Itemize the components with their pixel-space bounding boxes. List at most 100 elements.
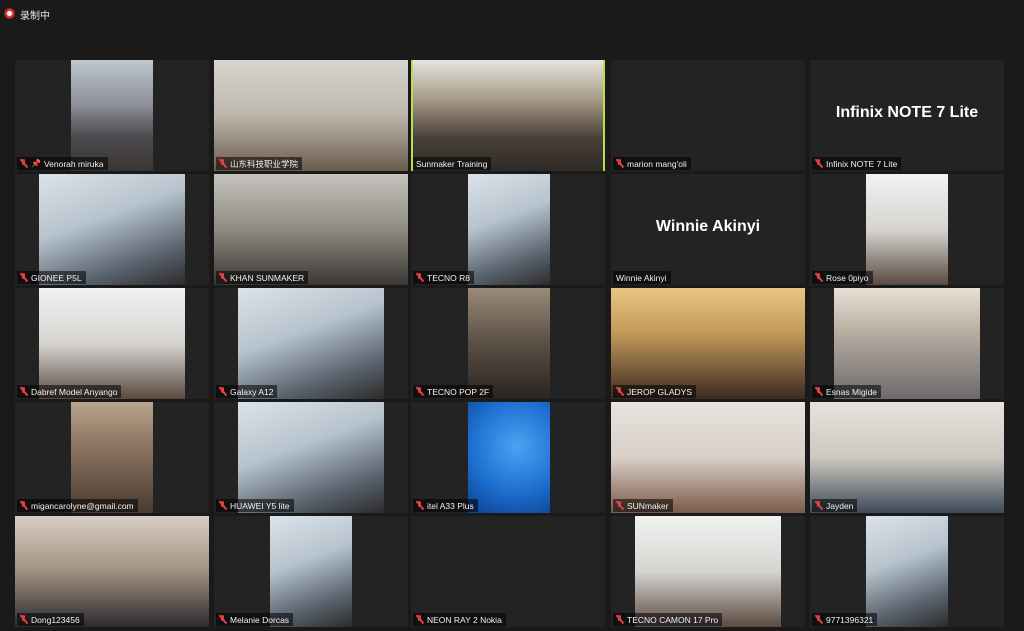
- mic-muted-icon: [616, 387, 624, 396]
- name-plate: Esnas Migide: [812, 385, 882, 398]
- participant-name: HUAWEI Y5 lite: [230, 500, 290, 511]
- participant-tile[interactable]: Winnie Akinyi Winnie Akinyi: [611, 174, 805, 285]
- participant-tile[interactable]: Rose 0piyo: [810, 174, 1004, 285]
- participant-tile[interactable]: 📌 Venorah miruka: [15, 60, 209, 171]
- mic-muted-icon: [815, 615, 823, 624]
- participant-tile[interactable]: NEON RAY 2 Nokia: [411, 516, 605, 627]
- name-plate: marion mang'oli: [613, 157, 691, 170]
- participant-video: [15, 516, 209, 627]
- participant-video: [468, 174, 550, 285]
- participant-tile[interactable]: TECNO POP 2F: [411, 288, 605, 399]
- participant-name: marion mang'oli: [627, 158, 687, 169]
- mic-muted-icon: [219, 615, 227, 624]
- participant-tile[interactable]: GIONEE P5L: [15, 174, 209, 285]
- participant-name: Dabref Model Anyango: [31, 386, 118, 397]
- participant-tile[interactable]: Melanie Dorcas: [214, 516, 408, 627]
- participant-name: NEON RAY 2 Nokia: [427, 614, 502, 625]
- participant-video: [71, 402, 153, 513]
- mic-muted-icon: [20, 501, 28, 510]
- participant-video: [39, 288, 185, 399]
- participant-video: [214, 60, 408, 171]
- participant-tile[interactable]: KHAN SUNMAKER: [214, 174, 408, 285]
- participant-video: [270, 516, 352, 627]
- mic-muted-icon: [416, 273, 424, 282]
- participant-video: [611, 402, 805, 513]
- mic-muted-icon: [815, 273, 823, 282]
- participant-tile[interactable]: Dong123456: [15, 516, 209, 627]
- participant-tile[interactable]: TECNO CAMON 17 Pro: [611, 516, 805, 627]
- participant-name: 山东科技职业学院: [230, 158, 299, 169]
- participant-video: [214, 174, 408, 285]
- name-plate: Winnie Akinyi: [613, 271, 671, 284]
- mic-muted-icon: [815, 501, 823, 510]
- participant-name: JEROP GLADYS: [627, 386, 693, 397]
- name-plate: 9771396321: [812, 613, 878, 626]
- participant-tile[interactable]: 9771396321: [810, 516, 1004, 627]
- participant-name: migancarolyne@gmail.com: [31, 500, 134, 511]
- participant-tile[interactable]: Infinix NOTE 7 Lite Infinix NOTE 7 Lite: [810, 60, 1004, 171]
- mic-muted-icon: [20, 273, 28, 282]
- name-plate: 📌 Venorah miruka: [17, 157, 108, 170]
- participant-tile[interactable]: TECNO R8: [411, 174, 605, 285]
- mic-muted-icon: [416, 501, 424, 510]
- mic-muted-icon: [20, 387, 28, 396]
- participant-display-name: Infinix NOTE 7 Lite: [835, 104, 979, 121]
- name-plate: Sunmaker Training: [413, 157, 492, 170]
- participant-tile[interactable]: HUAWEI Y5 lite: [214, 402, 408, 513]
- participant-name: TECNO R8: [427, 272, 470, 283]
- participant-video: [866, 174, 948, 285]
- participant-tile[interactable]: Galaxy A12: [214, 288, 408, 399]
- participant-tile[interactable]: 山东科技职业学院: [214, 60, 408, 171]
- participant-video: [468, 288, 550, 399]
- participant-tile[interactable]: itel A33 Plus: [411, 402, 605, 513]
- name-plate: HUAWEI Y5 lite: [216, 499, 294, 512]
- mic-muted-icon: [416, 387, 424, 396]
- name-plate: KHAN SUNMAKER: [216, 271, 309, 284]
- participant-tile[interactable]: migancarolyne@gmail.com: [15, 402, 209, 513]
- participant-video: [238, 402, 384, 513]
- participant-display-name: Winnie Akinyi: [655, 218, 761, 235]
- mic-muted-icon: [815, 159, 823, 168]
- name-plate: NEON RAY 2 Nokia: [413, 613, 506, 626]
- participant-name: itel A33 Plus: [427, 500, 474, 511]
- participant-video: [611, 288, 805, 399]
- name-plate: TECNO CAMON 17 Pro: [613, 613, 723, 626]
- participant-video: [635, 516, 781, 627]
- participant-name: KHAN SUNMAKER: [230, 272, 305, 283]
- name-plate: TECNO POP 2F: [413, 385, 494, 398]
- participant-name: Infinix NOTE 7 Lite: [826, 158, 898, 169]
- participant-name: Rose 0piyo: [826, 272, 869, 283]
- mic-muted-icon: [616, 615, 624, 624]
- participant-name: Dong123456: [31, 614, 80, 625]
- name-plate: 山东科技职业学院: [216, 157, 303, 170]
- recording-indicator: 录制中: [0, 0, 1024, 28]
- participant-tile[interactable]: JEROP GLADYS: [611, 288, 805, 399]
- mic-muted-icon: [219, 159, 227, 168]
- participant-video: [238, 288, 384, 399]
- participant-name: TECNO CAMON 17 Pro: [627, 614, 719, 625]
- participant-name: SUNmaker: [627, 500, 669, 511]
- name-plate: Melanie Dorcas: [216, 613, 294, 626]
- participant-tile[interactable]: SUNmaker: [611, 402, 805, 513]
- mic-muted-icon: [616, 501, 624, 510]
- mic-muted-icon: [815, 387, 823, 396]
- name-plate: itel A33 Plus: [413, 499, 478, 512]
- participant-name: Jayden: [826, 500, 854, 511]
- participant-tile-active-speaker[interactable]: Sunmaker Training: [411, 60, 605, 171]
- mic-muted-icon: [616, 159, 624, 168]
- name-plate: GIONEE P5L: [17, 271, 86, 284]
- participant-tile[interactable]: Esnas Migide: [810, 288, 1004, 399]
- participant-video: [413, 60, 603, 171]
- participant-name: Esnas Migide: [826, 386, 878, 397]
- participant-tile[interactable]: Dabref Model Anyango: [15, 288, 209, 399]
- name-plate: Jayden: [812, 499, 858, 512]
- mic-muted-icon: [20, 159, 28, 168]
- name-plate: JEROP GLADYS: [613, 385, 697, 398]
- participant-name: Galaxy A12: [230, 386, 274, 397]
- name-plate: Galaxy A12: [216, 385, 278, 398]
- participant-tile[interactable]: Jayden: [810, 402, 1004, 513]
- participant-name: 9771396321: [826, 614, 874, 625]
- name-plate: Dong123456: [17, 613, 84, 626]
- participant-name: Melanie Dorcas: [230, 614, 290, 625]
- participant-tile[interactable]: marion mang'oli: [611, 60, 805, 171]
